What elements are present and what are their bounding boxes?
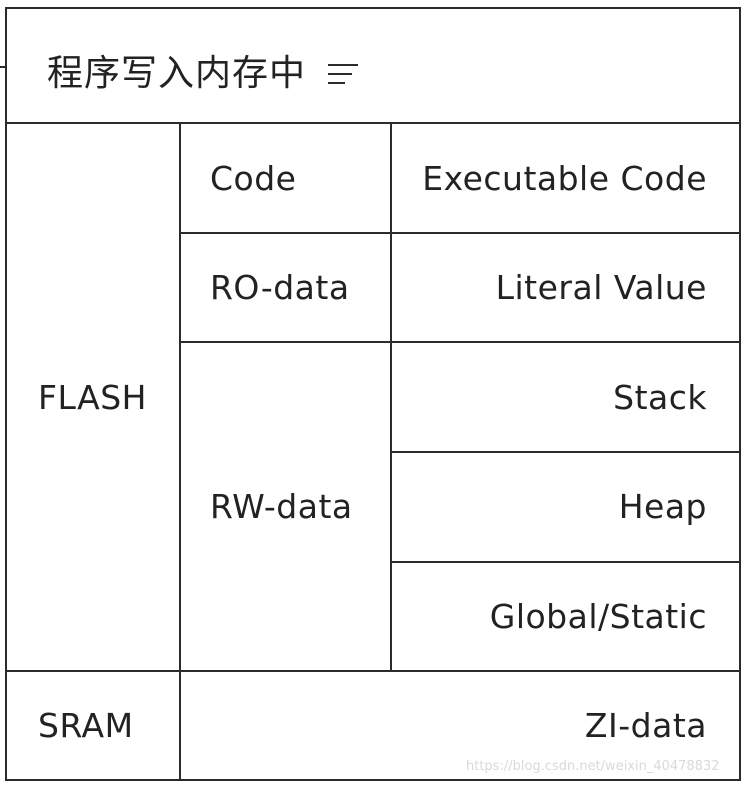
executable-code-label: Executable Code (422, 159, 707, 198)
code-label: Code (210, 159, 297, 198)
ro-data-label: RO-data (210, 268, 350, 307)
sram-label: SRAM (38, 706, 134, 745)
zi-data-label: ZI-data (584, 706, 707, 745)
memory-layout-diagram: 程序写入内存中 FLASH SRAM Code RO-data RW-data … (0, 0, 746, 787)
heap-label: Heap (618, 487, 707, 526)
title-box: 程序写入内存中 (5, 7, 741, 124)
global-static-label: Global/Static (489, 597, 707, 636)
diagram-title: 程序写入内存中 (47, 53, 307, 94)
rw-data-label: RW-data (210, 487, 353, 526)
literal-value-label: Literal Value (495, 268, 707, 307)
flash-label: FLASH (38, 378, 147, 417)
watermark-text: https://blog.csdn.net/weixin_40478832 (466, 759, 720, 774)
list-lines-icon (328, 64, 358, 84)
stack-label: Stack (613, 378, 707, 417)
